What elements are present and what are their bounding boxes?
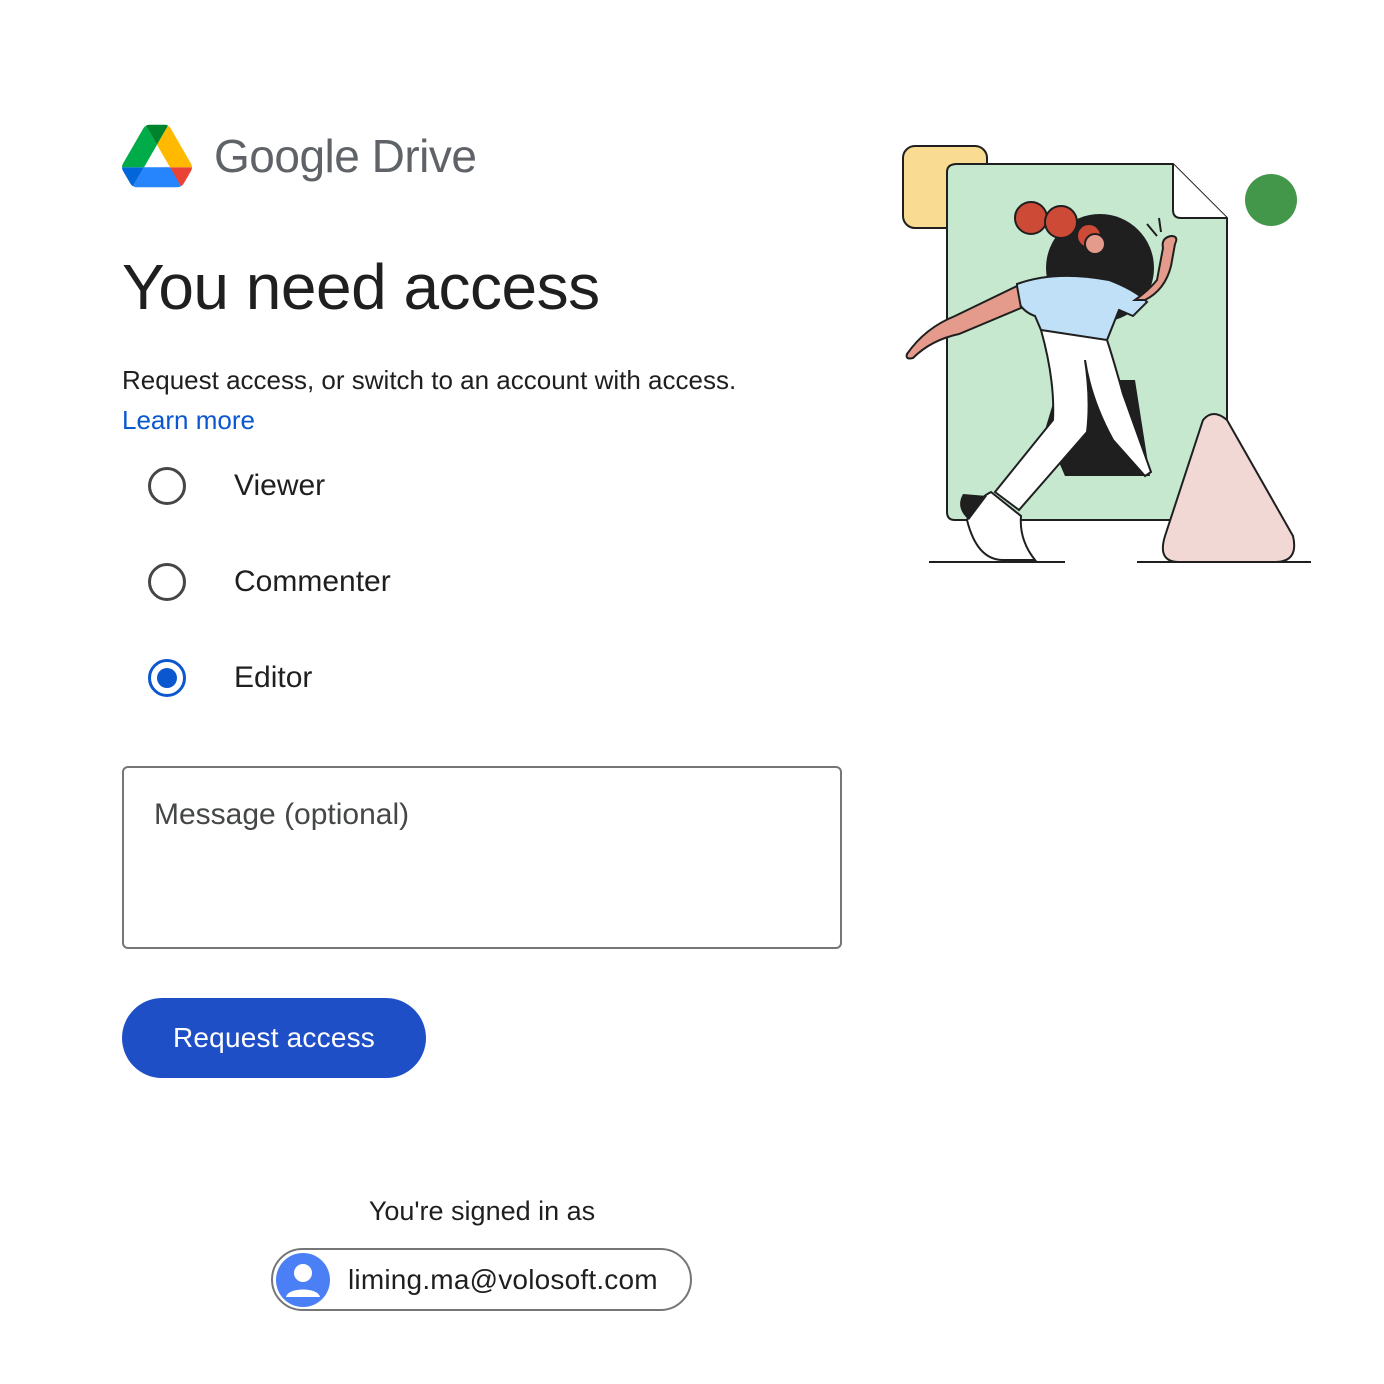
access-illustration [902, 145, 1311, 563]
avatar [276, 1252, 330, 1307]
commenter-radio[interactable] [148, 563, 186, 601]
viewer-radio[interactable] [148, 467, 186, 505]
account-email: liming.ma@volosoft.com [348, 1263, 658, 1295]
subtitle-text: Request access, or switch to an account … [122, 365, 737, 395]
message-input[interactable] [122, 766, 842, 949]
subtitle-block: Request access, or switch to an account … [122, 360, 842, 440]
editor-label: Editor [234, 661, 313, 694]
radio-selected-dot [157, 668, 177, 688]
commenter-label: Commenter [234, 565, 391, 598]
viewer-label: Viewer [234, 469, 326, 502]
account-chip[interactable]: liming.ma@volosoft.com [271, 1248, 692, 1311]
learn-more-link[interactable]: Learn more [122, 400, 842, 440]
editor-radio[interactable] [148, 659, 186, 697]
access-request-page: Google Drive You need access Request acc… [0, 0, 1384, 1384]
google-drive-brand: Google Drive [122, 116, 477, 196]
role-radio-group: Viewer Commenter Editor [148, 460, 391, 748]
page-title: You need access [122, 251, 600, 323]
role-option-commenter[interactable]: Commenter [148, 556, 391, 608]
google-drive-logo-icon [122, 124, 192, 188]
brand-google-text: Google [214, 130, 360, 182]
brand-name: Google Drive [214, 129, 477, 183]
role-option-editor[interactable]: Editor [148, 652, 391, 704]
signed-in-label: You're signed in as [368, 1196, 596, 1226]
brand-product-text: Drive [371, 130, 477, 182]
request-access-button[interactable]: Request access [122, 998, 426, 1078]
person-icon [286, 1263, 320, 1297]
role-option-viewer[interactable]: Viewer [148, 460, 391, 512]
